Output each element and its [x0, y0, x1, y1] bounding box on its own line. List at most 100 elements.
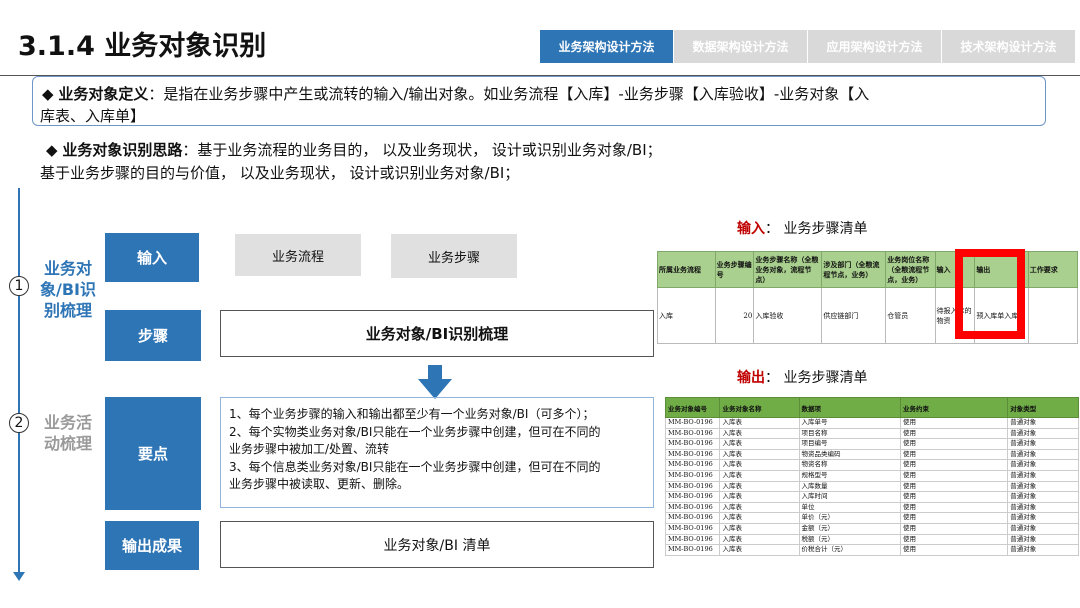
step-label: 步骤 — [105, 310, 201, 361]
output-caption-red: 输出 — [737, 370, 765, 386]
table-cell: 普通对象 — [1007, 533, 1079, 546]
table-cell: 入库表 — [719, 522, 800, 535]
table-cell: 规格型号 — [798, 469, 901, 482]
output-box: 业务对象/BI 清单 — [220, 521, 654, 568]
table-cell: 普通对象 — [1007, 512, 1079, 524]
table-cell: 价税合计（元） — [798, 544, 901, 556]
table-row: MM-BO-0196 入库表 入库单号 使用 普通对象 — [664, 417, 1079, 429]
table-row: MM-BO-0196 入库表 单价（元） 使用 普通对象 — [664, 512, 1079, 524]
table-cell: 入库表 — [719, 438, 800, 450]
table-cell: MM-BO-0196 — [664, 544, 721, 556]
table-header: 业务约束 — [899, 397, 1009, 418]
tab-application-architecture[interactable]: 应用架构设计方法 — [808, 30, 941, 63]
section-label-2-line: 业务活 — [43, 413, 92, 432]
table-cell: 入库 — [657, 287, 716, 344]
table-cell: 使用 — [899, 522, 1009, 535]
table-cell: 使用 — [899, 417, 1009, 429]
table-cell: 20 — [714, 287, 755, 344]
table-cell: 普通对象 — [1007, 491, 1079, 503]
section-label-1[interactable]: 业务对 象/BI识 别梳理 — [36, 258, 100, 321]
input-caption-text: ： 业务步骤清单 — [765, 221, 868, 237]
table-cell: MM-BO-0196 — [664, 459, 721, 471]
definition-text-2: 库表、入库单】 — [40, 107, 146, 125]
timeline-line — [18, 188, 20, 578]
table-cell: MM-BO-0196 — [664, 427, 721, 440]
table-cell: 普通对象 — [1007, 480, 1079, 493]
table-cell: 入库表 — [719, 501, 800, 514]
table-cell: 入库数量 — [798, 480, 901, 493]
output-table-caption: 输出： 业务步骤清单 — [737, 367, 867, 387]
tab-business-architecture[interactable]: 业务架构设计方法 — [540, 30, 673, 63]
table-cell: MM-BO-0196 — [664, 501, 721, 514]
bullet-icon: ◆ — [46, 141, 58, 159]
table-cell: 物资名称 — [798, 459, 901, 471]
points-box: 1、每个业务步骤的输入和输出都至少有一个业务对象/BI（可多个）； 2、每个实物… — [220, 397, 654, 508]
table-row: MM-BO-0196 入库表 税额（元） 使用 普通对象 — [664, 533, 1079, 546]
table-cell: 普通对象 — [1007, 417, 1079, 429]
point-line: 2、每个实物类业务对象/BI只能在一个业务步骤中创建，但可在不同的 — [229, 424, 601, 439]
output-label: 输出成果 — [105, 521, 199, 570]
input-item-step: 业务步骤 — [391, 234, 517, 278]
table-cell: 普通对象 — [1007, 522, 1079, 535]
tab-technology-architecture[interactable]: 技术架构设计方法 — [942, 30, 1075, 63]
input-label: 输入 — [105, 233, 199, 282]
table-header: 对象类型 — [1007, 397, 1079, 418]
definition-text-1: ：是指在业务步骤中产生或流转的输入/输出对象。如业务流程【入库】-业务步骤【入库… — [148, 85, 870, 103]
section-label-1-line: 业务对 — [43, 259, 92, 278]
down-arrow-icon — [418, 365, 452, 399]
table-cell: MM-BO-0196 — [664, 448, 721, 461]
definition-heading: 业务对象定义 — [58, 85, 149, 103]
point-line: 1、每个业务步骤的输入和输出都至少有一个业务对象/BI（可多个）； — [229, 407, 595, 421]
table-header: 业务对象编号 — [664, 397, 721, 418]
table-row: MM-BO-0196 入库表 物资品类编码 使用 普通对象 — [664, 448, 1079, 461]
table-cell: MM-BO-0196 — [664, 512, 721, 524]
input-caption-red: 输入 — [737, 221, 765, 237]
table-cell: 入库单号 — [798, 417, 901, 429]
point-line: 业务步骤中被加工/处置、流转 — [229, 442, 390, 456]
table-cell: 项目名称 — [798, 427, 901, 440]
table-cell: 使用 — [899, 533, 1009, 546]
table-cell: MM-BO-0196 — [664, 469, 721, 482]
section-label-2[interactable]: 业务活 动梳理 — [36, 412, 100, 454]
table-header: 业务步骤名称（全粮业务对象，流程节点） — [753, 251, 823, 288]
table-cell: 入库验收 — [753, 287, 823, 344]
output-caption-text: ： 业务步骤清单 — [765, 370, 868, 386]
table-cell: MM-BO-0196 — [664, 522, 721, 535]
table-cell: 税额（元） — [798, 533, 901, 546]
table-row: MM-BO-0196 入库表 金额（元） 使用 普通对象 — [664, 522, 1079, 535]
tab-bar: 业务架构设计方法 数据架构设计方法 应用架构设计方法 技术架构设计方法 — [540, 30, 1075, 63]
section-label-1-line: 象/BI识 — [40, 280, 96, 299]
table-cell: 使用 — [899, 448, 1009, 461]
highlight-frame — [955, 249, 1025, 339]
table-cell: 入库表 — [719, 448, 800, 461]
table-cell: 单位 — [798, 501, 901, 514]
table-cell: 使用 — [899, 427, 1009, 440]
input-item-process: 业务流程 — [235, 234, 361, 276]
tab-data-architecture[interactable]: 数据架构设计方法 — [674, 30, 807, 63]
table-cell — [1027, 287, 1079, 344]
table-header: 所属业务流程 — [657, 251, 716, 288]
table-cell: 入库时间 — [798, 491, 901, 503]
section-label-1-line: 别梳理 — [43, 301, 92, 320]
table-cell: 使用 — [899, 491, 1009, 503]
page-title: 3.1.4 业务对象识别 — [18, 31, 267, 62]
table-cell: 仓管员 — [885, 287, 936, 344]
table-cell: 供应链部门 — [821, 287, 887, 344]
section-number-2: 2 — [9, 413, 29, 433]
approach-text-1: ：基于业务流程的业务目的， 以及业务现状， 设计或识别业务对象/BI； — [182, 141, 662, 159]
table-cell: 入库表 — [719, 491, 800, 503]
table-cell: MM-BO-0196 — [664, 491, 721, 503]
table-cell: 使用 — [899, 469, 1009, 482]
table-header: 业务对象名称 — [719, 397, 800, 418]
points-label: 要点 — [105, 397, 201, 510]
point-line: 3、每个信息类业务对象/BI只能在一个业务步骤中创建，但可在不同的 — [229, 459, 601, 474]
table-row: MM-BO-0196 入库表 价税合计（元） 使用 普通对象 — [664, 544, 1079, 556]
table-row: MM-BO-0196 入库表 物资名称 使用 普通对象 — [664, 459, 1079, 471]
table-header: 业务岗位名称（全粮流程节点，业务） — [885, 251, 936, 288]
business-object-table: 业务对象编号 业务对象名称 数据项 业务约束 对象类型 MM-BO-0196 入库… — [664, 397, 1079, 556]
table-cell: MM-BO-0196 — [664, 480, 721, 493]
table-cell: MM-BO-0196 — [664, 533, 721, 546]
table-cell: MM-BO-0196 — [664, 417, 721, 429]
table-header: 数据项 — [798, 397, 901, 418]
table-cell: 普通对象 — [1007, 544, 1079, 556]
